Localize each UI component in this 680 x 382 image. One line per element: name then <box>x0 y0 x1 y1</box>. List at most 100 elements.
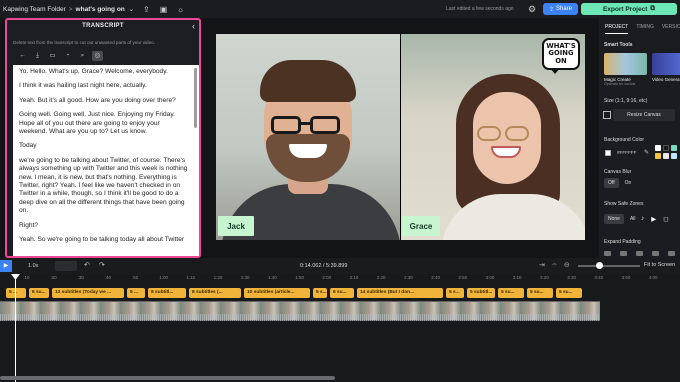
image-icon[interactable]: ▣ <box>159 5 168 14</box>
youtube-icon[interactable]: ▶ <box>651 215 656 223</box>
tab-versions[interactable]: VERSIONS <box>662 24 680 34</box>
zoom-out-icon[interactable]: ⊖ <box>564 261 570 269</box>
subtitle-chip[interactable]: 5 s... <box>313 288 327 298</box>
subtitle-track: 5 ... 6 su... 13 subtitles (Today we ... 5 … <box>0 288 680 298</box>
download-icon[interactable]: ⤓ <box>32 51 43 61</box>
lightbulb-icon[interactable]: ☼ <box>176 5 185 14</box>
subtitle-chip[interactable]: 13 subtitles (Today we ... <box>52 288 124 298</box>
instagram-icon[interactable]: ◻ <box>663 215 668 223</box>
settings-icon[interactable]: ◎ <box>92 51 103 61</box>
palette-swatch[interactable] <box>663 145 669 151</box>
timeline-tools: ⇥ ⇔ ⊖ <box>539 261 570 269</box>
timeline-ruler[interactable]: :10:20:30:40:50 1:00 1:10 1:20 1:30 1:40 1:50 2… <box>0 274 680 283</box>
transcript-paragraph[interactable]: Going well. Going well. Just nice. Enjoy… <box>19 111 189 136</box>
tab-timing[interactable]: TIMING <box>636 24 654 34</box>
subtitle-chip[interactable]: 10 subtitles (article... <box>244 288 310 298</box>
breadcrumb-folder[interactable]: Kapwing Team Folder <box>3 6 66 13</box>
playback-speed[interactable]: 1.0x <box>28 263 38 269</box>
blur-off-option[interactable]: Off <box>604 178 619 188</box>
search-icon[interactable]: ⌕ <box>77 51 88 61</box>
undo-icon[interactable]: ↶ <box>84 261 90 269</box>
subtitle-chip[interactable]: 6 su... <box>330 288 354 298</box>
resize-canvas-button[interactable]: Resize Canvas <box>613 109 675 121</box>
eyedropper-icon[interactable]: ✎ <box>644 149 649 156</box>
subtitle-chip[interactable]: 14 subtitles (But I don... <box>357 288 443 298</box>
padding-option[interactable] <box>620 251 627 256</box>
smart-cut-icon[interactable]: ◔ <box>62 51 73 61</box>
gear-icon[interactable]: ⚙ <box>528 4 536 15</box>
transcript-paragraph[interactable]: Yo. Hello. What's up, Grace? Welcome, ev… <box>19 68 189 76</box>
transcript-hint: Delete text from the transcript to cut o… <box>13 40 155 45</box>
ruler-tick: :30 <box>77 275 84 280</box>
subtitle-chip[interactable]: 5 su... <box>498 288 524 298</box>
redo-icon[interactable]: ↷ <box>99 261 105 269</box>
blur-on-option[interactable]: On <box>621 178 636 188</box>
tiktok-icon[interactable]: ♪ <box>641 215 644 223</box>
playhead[interactable] <box>15 274 16 382</box>
timeline-scrollbar[interactable] <box>0 376 335 380</box>
chevron-down-icon[interactable]: ⌄ <box>129 6 134 13</box>
transcript-paragraph[interactable]: Yeah. But it's all good. How are you doi… <box>19 97 189 105</box>
person-smile <box>289 144 327 158</box>
play-button[interactable]: ▶ <box>0 260 12 272</box>
export-project-button[interactable]: Export Project ⧉ <box>581 3 677 15</box>
share-button[interactable]: ⇪ Share <box>543 3 578 15</box>
ruler-tick: 2:40 <box>431 275 440 280</box>
upload-icon[interactable]: ⇪ <box>142 5 151 14</box>
background-color-value[interactable]: #FFFFFF <box>617 150 636 155</box>
ruler-tick: 2:10 <box>349 275 359 280</box>
zoom-slider[interactable] <box>578 265 640 267</box>
transcript-scrollbar[interactable] <box>194 68 197 128</box>
share-icon: ⇪ <box>548 6 554 13</box>
transcript-paragraph[interactable]: I think it was hailing last night here, … <box>19 82 189 90</box>
transcript-paragraph[interactable]: Right? <box>19 222 189 230</box>
safe-zone-all[interactable]: All <box>626 214 640 224</box>
video-preview[interactable]: WHAT'S GOING ON Jack Grace <box>216 34 585 240</box>
fit-width-icon[interactable]: ⇔ <box>551 261 558 269</box>
palette-swatch[interactable] <box>655 145 661 151</box>
ruler-tick: 1:30 <box>240 275 250 280</box>
fit-to-screen-button[interactable]: Fit to Screen <box>644 262 675 268</box>
transcript-text[interactable]: Yo. Hello. What's up, Grace? Welcome, ev… <box>13 65 199 256</box>
palette-swatch[interactable] <box>671 153 677 159</box>
name-tag-left[interactable]: Jack <box>218 216 254 236</box>
subtitle-chip[interactable]: 5 su... <box>527 288 553 298</box>
subtitle-chip[interactable]: 8 subtitl... <box>148 288 186 298</box>
subtitle-chip[interactable]: 5 subtitl... <box>467 288 495 298</box>
padding-option[interactable] <box>636 251 643 256</box>
subtitle-chip[interactable]: 5 s... <box>446 288 464 298</box>
trim-input[interactable] <box>55 261 77 271</box>
background-color-swatch[interactable] <box>605 150 611 156</box>
video-generator-card[interactable] <box>652 53 680 75</box>
back-arrow-icon[interactable]: ← <box>17 51 28 61</box>
padding-option[interactable] <box>604 251 611 256</box>
ruler-tick: 1:20 <box>213 275 223 280</box>
transcript-paragraph[interactable]: we're going to be talking about Twitter,… <box>19 157 189 216</box>
ruler-tick: 1:50 <box>295 275 304 280</box>
subtitle-chip[interactable]: 8 subtitles (... <box>189 288 241 298</box>
magic-create-card[interactable] <box>604 53 647 75</box>
palette-swatch[interactable] <box>655 153 661 159</box>
safe-zone-none[interactable]: None <box>604 214 624 224</box>
whats-going-on-logo[interactable]: WHAT'S GOING ON <box>542 38 580 74</box>
palette-swatch[interactable] <box>671 145 677 151</box>
split-icon[interactable]: ⇥ <box>539 261 545 269</box>
padding-option[interactable] <box>652 251 659 256</box>
name-tag-right[interactable]: Grace <box>402 216 440 236</box>
transcript-paragraph[interactable]: Today <box>19 142 189 150</box>
subtitle-chip[interactable]: 5 ... <box>127 288 145 298</box>
resize-icon <box>603 111 611 119</box>
padding-option[interactable] <box>668 251 675 256</box>
subtitle-chip[interactable]: 5 ... <box>6 288 26 298</box>
project-title[interactable]: what's going on <box>76 6 125 13</box>
subtitles-icon[interactable]: ▭ <box>47 51 58 61</box>
subtitle-chip[interactable]: 6 su... <box>29 288 49 298</box>
transcript-paragraph[interactable]: Yeah. So we're going to be talking today… <box>19 236 189 244</box>
timeline[interactable]: :10:20:30:40:50 1:00 1:10 1:20 1:30 1:40 1:50 2… <box>0 274 680 382</box>
breadcrumb: Kapwing Team Folder > what's going on ⌄ <box>0 5 134 13</box>
collapse-panel-icon[interactable]: ‹ <box>192 21 195 31</box>
subtitle-chip[interactable]: 5 su... <box>556 288 582 298</box>
palette-swatch[interactable] <box>663 153 669 159</box>
tab-project[interactable]: PROJECT <box>605 24 629 34</box>
zoom-slider-handle[interactable] <box>596 262 603 269</box>
